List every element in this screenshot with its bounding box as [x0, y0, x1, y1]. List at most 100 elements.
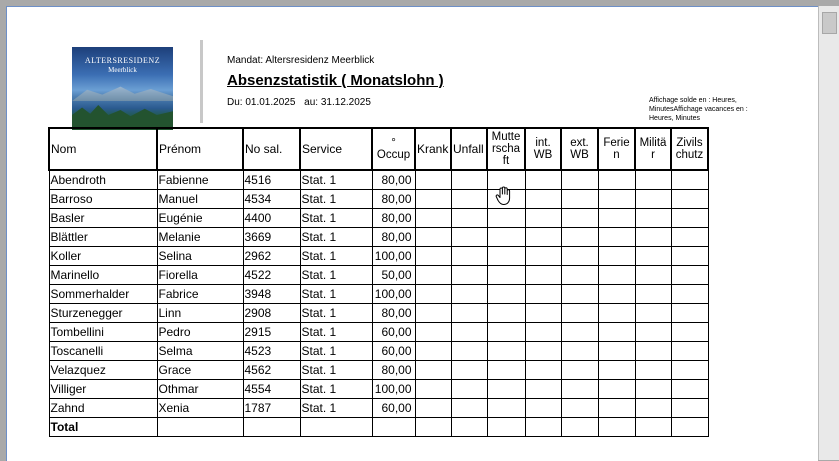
col-unfall: Unfall [450, 127, 488, 171]
cell-absence [670, 341, 709, 361]
total-cell [560, 417, 599, 437]
cell-nosal: 3948 [242, 284, 301, 304]
total-cell [634, 417, 672, 437]
cell-nom: Sommerhalder [48, 284, 158, 304]
scrollbar-thumb[interactable] [822, 12, 837, 34]
cell-absence [414, 227, 452, 247]
cell-nom: Blättler [48, 227, 158, 247]
cell-nom: Velazquez [48, 360, 158, 380]
cell-nosal: 3669 [242, 227, 301, 247]
cell-occup: 80,00 [371, 189, 416, 209]
cell-nom: Toscanelli [48, 341, 158, 361]
cell-prenom: Eugénie [156, 208, 244, 228]
cell-nosal: 2962 [242, 246, 301, 266]
cell-absence [524, 303, 562, 323]
cell-absence [560, 189, 599, 209]
col-nosal: No sal. [242, 127, 301, 171]
cell-absence [524, 322, 562, 342]
cell-service: Stat. 1 [299, 169, 373, 190]
col-nom: Nom [48, 127, 158, 171]
cell-nom: Villiger [48, 379, 158, 399]
cell-absence [450, 265, 488, 285]
cell-absence [524, 398, 562, 418]
table-row[interactable]: Sturzenegger Linn 2908 Stat. 1 80,00 [48, 303, 709, 323]
cell-absence [670, 303, 709, 323]
table-row[interactable]: Marinello Fiorella 4522 Stat. 1 50,00 [48, 265, 709, 285]
cell-service: Stat. 1 [299, 189, 373, 209]
cell-absence [524, 169, 562, 190]
cell-absence [450, 246, 488, 266]
table-row[interactable]: Villiger Othmar 4554 Stat. 1 100,00 [48, 379, 709, 399]
cell-nom: Basler [48, 208, 158, 228]
cell-absence [524, 246, 562, 266]
table-row[interactable]: Barroso Manuel 4534 Stat. 1 80,00 [48, 189, 709, 209]
cell-absence [634, 341, 672, 361]
cell-absence [634, 246, 672, 266]
cell-absence [560, 303, 599, 323]
cell-absence [524, 265, 562, 285]
table-row[interactable]: Toscanelli Selma 4523 Stat. 1 60,00 [48, 341, 709, 361]
cell-absence [486, 284, 526, 304]
cell-service: Stat. 1 [299, 227, 373, 247]
cell-absence [634, 169, 672, 190]
total-cell [450, 417, 488, 437]
col-int-l2: WB [533, 149, 553, 161]
cell-prenom: Selma [156, 341, 244, 361]
cell-absence [450, 303, 488, 323]
cell-absence [524, 208, 562, 228]
table-row[interactable]: Basler Eugénie 4400 Stat. 1 80,00 [48, 208, 709, 228]
cell-absence [486, 246, 526, 266]
cell-absence [414, 322, 452, 342]
cell-prenom: Selina [156, 246, 244, 266]
cell-absence [597, 208, 636, 228]
cell-prenom: Othmar [156, 379, 244, 399]
cell-absence [414, 303, 452, 323]
col-zivil-l1: Zivils [676, 137, 703, 149]
table-row[interactable]: Blättler Melanie 3669 Stat. 1 80,00 [48, 227, 709, 247]
cell-prenom: Grace [156, 360, 244, 380]
table-row[interactable]: Sommerhalder Fabrice 3948 Stat. 1 100,00 [48, 284, 709, 304]
col-mutter-l2: rscha [491, 143, 521, 155]
cell-absence [524, 284, 562, 304]
col-ext-l2: WB [570, 149, 589, 161]
cell-absence [634, 379, 672, 399]
mandat-label: Mandat: Altersresidenz Meerblick [227, 55, 375, 66]
cell-absence [560, 379, 599, 399]
cell-absence [450, 208, 488, 228]
cell-absence [560, 284, 599, 304]
cell-absence [670, 189, 709, 209]
cell-absence [524, 227, 562, 247]
cell-absence [597, 265, 636, 285]
cell-absence [486, 208, 526, 228]
table-row[interactable]: Koller Selina 2962 Stat. 1 100,00 [48, 246, 709, 266]
table-row[interactable]: Tombellini Pedro 2915 Stat. 1 60,00 [48, 322, 709, 342]
vertical-scrollbar[interactable] [818, 6, 839, 460]
cell-absence [634, 227, 672, 247]
col-occup-label: Occup [376, 149, 411, 161]
cell-absence [524, 360, 562, 380]
cell-absence [634, 189, 672, 209]
cell-nom: Marinello [48, 265, 158, 285]
cell-service: Stat. 1 [299, 322, 373, 342]
cell-absence [414, 208, 452, 228]
cell-occup: 60,00 [371, 341, 416, 361]
cell-absence [486, 360, 526, 380]
col-occup-degree: ° [391, 137, 396, 149]
col-mutter-l1: Mutte [491, 131, 521, 143]
cell-absence [560, 246, 599, 266]
cell-absence [670, 246, 709, 266]
table-row[interactable]: Zahnd Xenia 1787 Stat. 1 60,00 [48, 398, 709, 418]
cell-nosal: 4534 [242, 189, 301, 209]
cell-occup: 100,00 [371, 284, 416, 304]
col-ext-l1: ext. [570, 137, 589, 149]
cell-absence [486, 322, 526, 342]
period-to: au: 31.12.2025 [304, 97, 371, 108]
cell-occup: 100,00 [371, 246, 416, 266]
table-row[interactable]: Abendroth Fabienne 4516 Stat. 1 80,00 [48, 169, 709, 190]
cell-absence [597, 246, 636, 266]
col-ferien-l1: Ferie [603, 137, 630, 149]
cell-absence [670, 265, 709, 285]
cell-occup: 60,00 [371, 322, 416, 342]
total-cell [414, 417, 452, 437]
table-row[interactable]: Velazquez Grace 4562 Stat. 1 80,00 [48, 360, 709, 380]
